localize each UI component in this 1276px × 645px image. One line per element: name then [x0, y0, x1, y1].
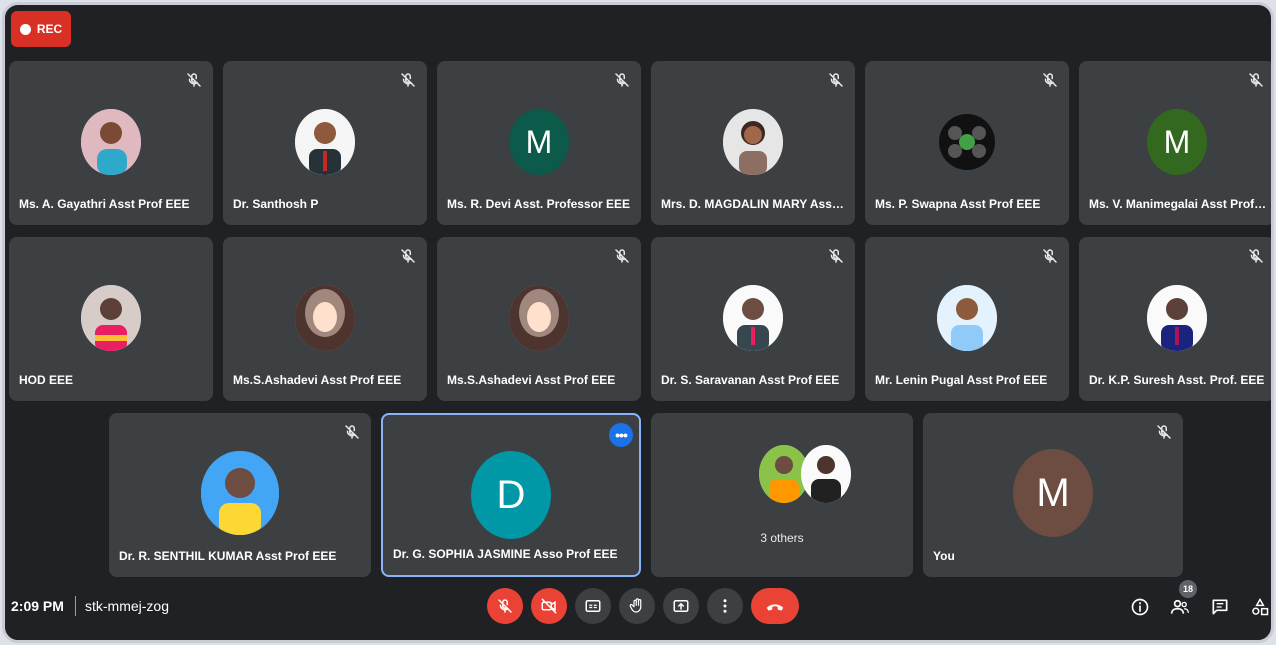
- more-options-button[interactable]: [707, 588, 743, 624]
- avatar: [509, 285, 569, 351]
- mic-off-icon: [615, 73, 629, 87]
- mic-off-icon: [829, 73, 843, 87]
- mic-off-icon: [1249, 249, 1263, 263]
- chat-icon: [1212, 599, 1228, 615]
- mic-off-icon: [401, 73, 415, 87]
- recording-indicator: REC: [11, 11, 71, 47]
- participant-tile[interactable]: Ms.S.Ashadevi Asst Prof EEE: [223, 237, 427, 401]
- participant-tile[interactable]: Mr. Lenin Pugal Asst Prof EEE: [865, 237, 1069, 401]
- participant-tile[interactable]: Ms. A. Gayathri Asst Prof EEE: [9, 61, 213, 225]
- meet-window: REC Ms. A. Gayathri Asst Prof EEE Dr. Sa…: [2, 2, 1274, 643]
- avatar: [801, 445, 851, 503]
- activities-button[interactable]: [1249, 596, 1271, 618]
- participant-name: Ms. P. Swapna Asst Prof EEE: [875, 197, 1041, 211]
- recording-label: REC: [36, 22, 63, 36]
- participant-tile[interactable]: Dr. R. SENTHIL KUMAR Asst Prof EEE: [109, 413, 371, 577]
- control-bar: 2:09 PM stk-mmej-zog 18: [5, 580, 1271, 640]
- participant-tile[interactable]: M Ms. R. Devi Asst. Professor EEE: [437, 61, 641, 225]
- avatar: [81, 109, 141, 175]
- avatar-letter: M: [1147, 109, 1207, 175]
- mic-off-icon: [1157, 425, 1171, 439]
- info-icon: [1131, 598, 1149, 616]
- self-tile[interactable]: M You: [923, 413, 1183, 577]
- people-button[interactable]: [1169, 596, 1191, 618]
- avatar: [723, 285, 783, 351]
- participant-name: Ms.S.Ashadevi Asst Prof EEE: [233, 373, 402, 387]
- avatar-letter: M: [1013, 449, 1093, 537]
- mic-toggle-button[interactable]: [487, 588, 523, 624]
- mic-off-icon: [1249, 73, 1263, 87]
- raise-hand-button[interactable]: [619, 588, 655, 624]
- mic-off-icon: [1043, 73, 1057, 87]
- mic-off-icon: [187, 73, 201, 87]
- participant-name: Mr. Lenin Pugal Asst Prof EEE: [875, 373, 1048, 387]
- mic-off-icon: [1043, 249, 1057, 263]
- present-icon: [673, 600, 689, 612]
- participant-name: Dr. S. Saravanan Asst Prof EEE: [661, 373, 840, 387]
- participant-name: Dr. K.P. Suresh Asst. Prof. EEE: [1089, 373, 1265, 387]
- avatar: [723, 109, 783, 175]
- participant-tile[interactable]: Dr. K.P. Suresh Asst. Prof. EEE: [1079, 237, 1271, 401]
- mic-off-icon: [829, 249, 843, 263]
- people-icon: [1170, 599, 1189, 614]
- participant-name: Dr. R. SENTHIL KUMAR Asst Prof EEE: [119, 549, 337, 563]
- mic-off-icon: [498, 599, 512, 613]
- participant-name: Dr. G. SOPHIA JASMINE Asso Prof EEE: [393, 547, 618, 561]
- activities-icon: [1252, 597, 1269, 616]
- participant-name: HOD EEE: [19, 373, 74, 387]
- avatar: [1147, 285, 1207, 351]
- more-vert-icon: [723, 599, 727, 613]
- camera-off-icon: [541, 598, 557, 614]
- participant-tile[interactable]: Dr. S. Saravanan Asst Prof EEE: [651, 237, 855, 401]
- raise-hand-icon: [629, 598, 642, 613]
- participant-name: Mrs. D. MAGDALIN MARY Asst ...: [661, 197, 847, 211]
- participant-tile[interactable]: Mrs. D. MAGDALIN MARY Asst ...: [651, 61, 855, 225]
- participant-tile[interactable]: Dr. Santhosh P: [223, 61, 427, 225]
- participant-tile[interactable]: HOD EEE: [9, 237, 213, 401]
- people-count-badge: 18: [1179, 580, 1197, 598]
- captions-icon: [585, 600, 601, 612]
- participant-tile[interactable]: M Ms. V. Manimegalai Asst Prof E...: [1079, 61, 1271, 225]
- record-dot-icon: [19, 23, 31, 35]
- more-options-icon[interactable]: •••: [609, 423, 633, 447]
- chat-button[interactable]: [1209, 596, 1231, 618]
- meeting-code: stk-mmej-zog: [85, 598, 170, 614]
- end-call-button[interactable]: [751, 588, 799, 624]
- mic-off-icon: [615, 249, 629, 263]
- avatar: [937, 285, 997, 351]
- meeting-time: 2:09 PM: [11, 598, 64, 614]
- others-tile[interactable]: 3 others: [651, 413, 913, 577]
- others-label: 3 others: [760, 531, 804, 545]
- mic-off-icon: [345, 425, 359, 439]
- participant-name: Ms. V. Manimegalai Asst Prof E...: [1089, 197, 1267, 211]
- avatar-letter: M: [509, 109, 569, 175]
- participant-name: Ms. R. Devi Asst. Professor EEE: [447, 197, 630, 211]
- participant-name: Ms.S.Ashadevi Asst Prof EEE: [447, 373, 616, 387]
- participant-tile[interactable]: Ms. P. Swapna Asst Prof EEE: [865, 61, 1069, 225]
- avatar: [295, 109, 355, 175]
- present-button[interactable]: [663, 588, 699, 624]
- avatar: [201, 451, 279, 535]
- divider: [75, 596, 76, 616]
- avatar: [295, 285, 355, 351]
- participant-tile-active[interactable]: ••• D Dr. G. SOPHIA JASMINE Asso Prof EE…: [381, 413, 641, 577]
- avatar-letter: D: [471, 451, 551, 539]
- mic-off-icon: [401, 249, 415, 263]
- meeting-info-button[interactable]: [1129, 596, 1151, 618]
- captions-button[interactable]: [575, 588, 611, 624]
- participant-name: Ms. A. Gayathri Asst Prof EEE: [19, 197, 190, 211]
- participant-name: Dr. Santhosh P: [233, 197, 319, 211]
- participant-tile[interactable]: Ms.S.Ashadevi Asst Prof EEE: [437, 237, 641, 401]
- end-call-icon: [766, 604, 784, 611]
- camera-toggle-button[interactable]: [531, 588, 567, 624]
- avatar: [81, 285, 141, 351]
- avatar: [937, 109, 997, 175]
- participant-name: You: [933, 549, 955, 563]
